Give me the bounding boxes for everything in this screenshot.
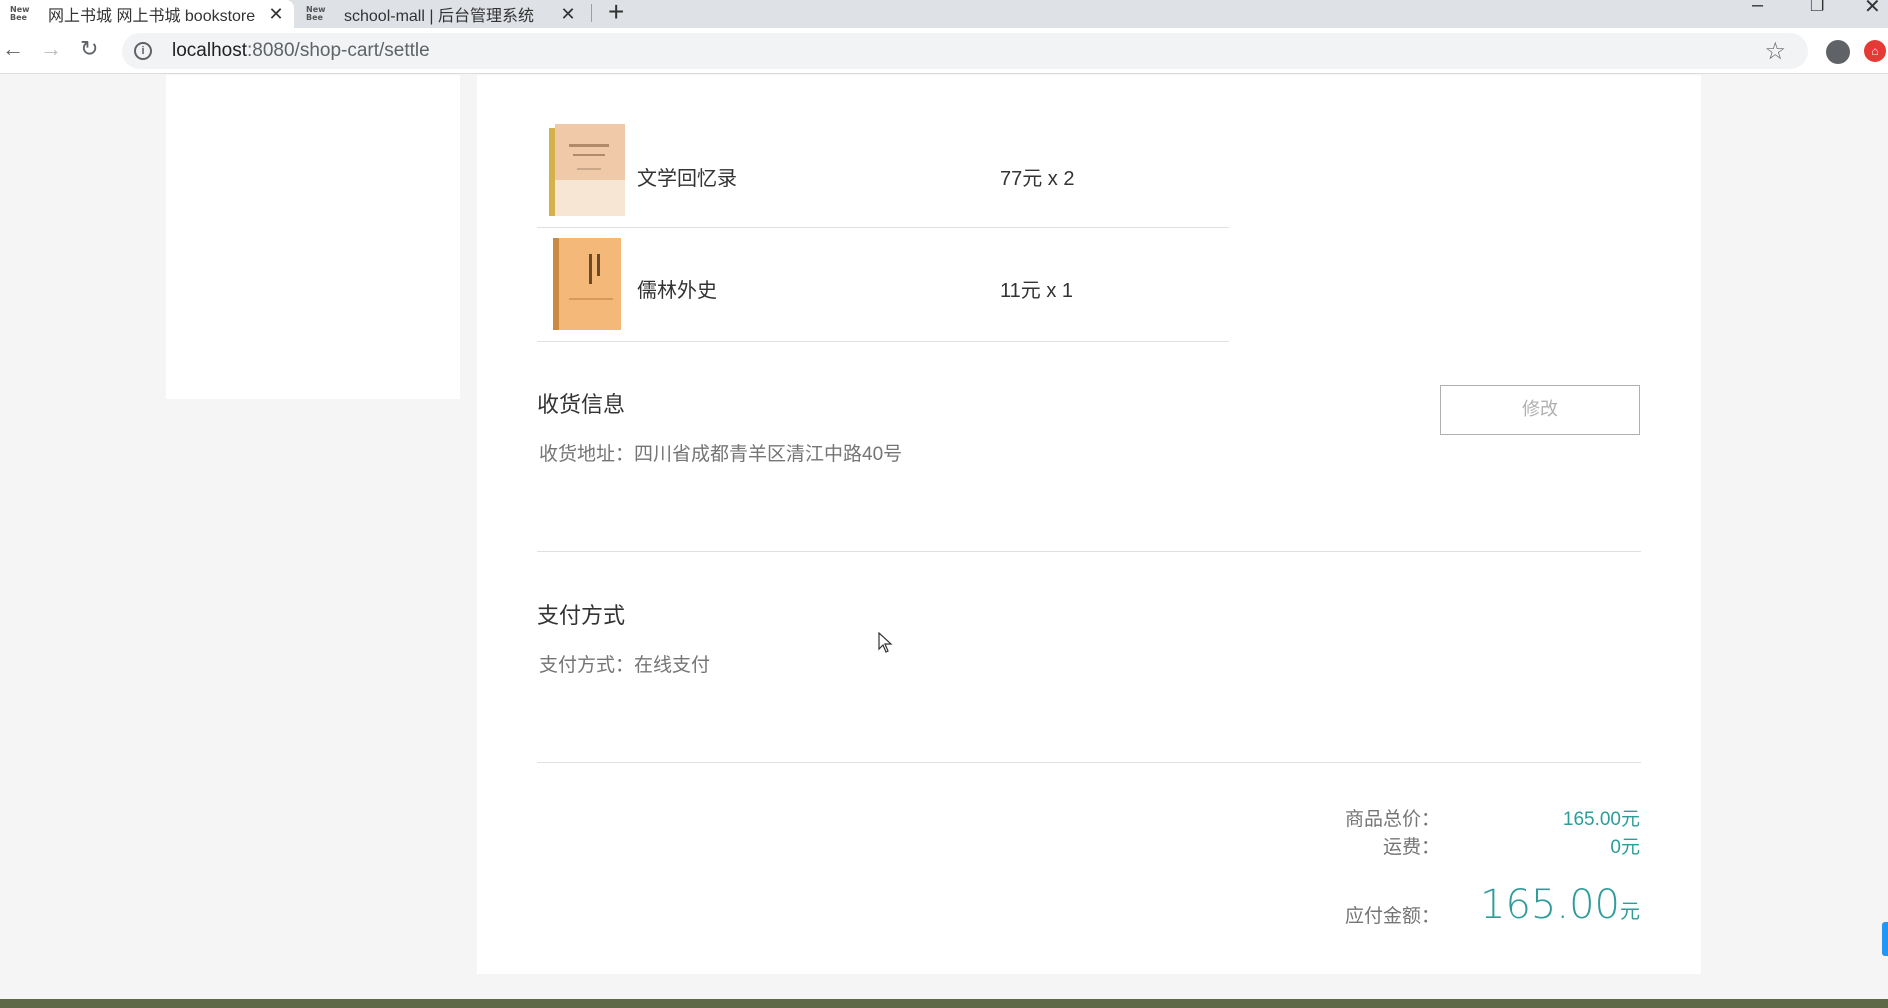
book-cover-image: [553, 238, 621, 330]
tab-school-mall[interactable]: New Bee school-mall | 后台管理系统 ✕: [296, 0, 586, 28]
edit-address-button[interactable]: 修改: [1440, 385, 1640, 435]
goods-row: 儒林外史 11元 x 1: [537, 228, 1229, 342]
book-cover-image: [549, 124, 625, 216]
shipping-value: 0元: [1610, 837, 1640, 858]
address-line: 收货地址：四川省成都青羊区清江中路40号: [539, 439, 902, 466]
site-info-icon[interactable]: i: [134, 42, 152, 60]
goods-price: 77元 x 2: [1000, 168, 1075, 190]
payable-amount: 165.00元: [1480, 882, 1640, 928]
goods-total-value: 165.00元: [1562, 809, 1640, 830]
newbee-favicon-icon: New Bee: [10, 5, 30, 22]
goods-name: 儒林外史: [637, 280, 717, 302]
address-label: 收货地址：: [539, 444, 635, 465]
payable-value: 165.00: [1480, 882, 1620, 928]
payment-line: 支付方式：在线支付: [539, 650, 710, 677]
address-bar[interactable]: i localhost:8080/shop-cart/settle ☆: [122, 33, 1808, 69]
tab-separator: [591, 4, 592, 22]
divider: [537, 551, 1641, 552]
goods-total-label: 商品总价：: [1344, 809, 1440, 830]
tab-close-icon[interactable]: ✕: [264, 4, 288, 25]
payment-section-title: 支付方式: [537, 603, 626, 628]
left-panel: [166, 75, 460, 399]
goods-row: 文学回忆录 77元 x 2: [537, 114, 1229, 228]
new-tab-icon[interactable]: +: [608, 0, 624, 28]
payable-label: 应付金额：: [1344, 906, 1440, 927]
settle-panel: 文学回忆录 77元 x 2 儒林外史 11元 x 1 收货信息 收货地址：四川省…: [477, 75, 1701, 974]
tab-title: school-mall | 后台管理系统: [344, 8, 534, 25]
minimize-icon[interactable]: –: [1752, 0, 1763, 17]
shipping-label: 运费：: [1382, 837, 1440, 858]
mouse-cursor-icon: [878, 632, 893, 653]
page-viewport: 文学回忆录 77元 x 2 儒林外史 11元 x 1 收货信息 收货地址：四川省…: [0, 75, 1888, 999]
window-close-icon[interactable]: ✕: [1864, 0, 1881, 19]
scroll-handle[interactable]: [1882, 922, 1888, 956]
tab-bookstore[interactable]: New Bee 网上书城 网上书城 bookstore ✕: [0, 0, 294, 28]
tab-close-icon[interactable]: ✕: [556, 4, 580, 25]
url-text: localhost:8080/shop-cart/settle: [172, 40, 430, 61]
extension-icon[interactable]: ⌂: [1864, 40, 1886, 62]
tab-title: 网上书城 网上书城 bookstore: [48, 8, 256, 25]
payment-value: 在线支付: [634, 655, 711, 676]
newbee-favicon-icon: New Bee: [306, 5, 326, 22]
browser-tabstrip: New Bee 网上书城 网上书城 bookstore ✕ New Bee sc…: [0, 0, 1888, 28]
address-value: 四川省成都青羊区清江中路40号: [634, 444, 903, 465]
back-icon[interactable]: ←: [2, 36, 24, 62]
divider: [537, 762, 1641, 763]
goods-price: 11元 x 1: [1000, 280, 1073, 302]
bookmark-star-icon[interactable]: ☆: [1764, 37, 1786, 66]
profile-avatar-icon[interactable]: [1826, 40, 1850, 64]
payment-label: 支付方式：: [539, 655, 635, 676]
payable-unit: 元: [1620, 901, 1640, 923]
address-section-title: 收货信息: [537, 392, 626, 417]
goods-name: 文学回忆录: [637, 168, 737, 190]
page-footer-strip: [0, 999, 1888, 1008]
forward-icon[interactable]: →: [40, 36, 62, 62]
reload-icon[interactable]: ↻: [80, 36, 98, 62]
browser-toolbar: ← → ↻ i localhost:8080/shop-cart/settle …: [0, 28, 1888, 74]
restore-icon[interactable]: ❐: [1810, 0, 1824, 16]
